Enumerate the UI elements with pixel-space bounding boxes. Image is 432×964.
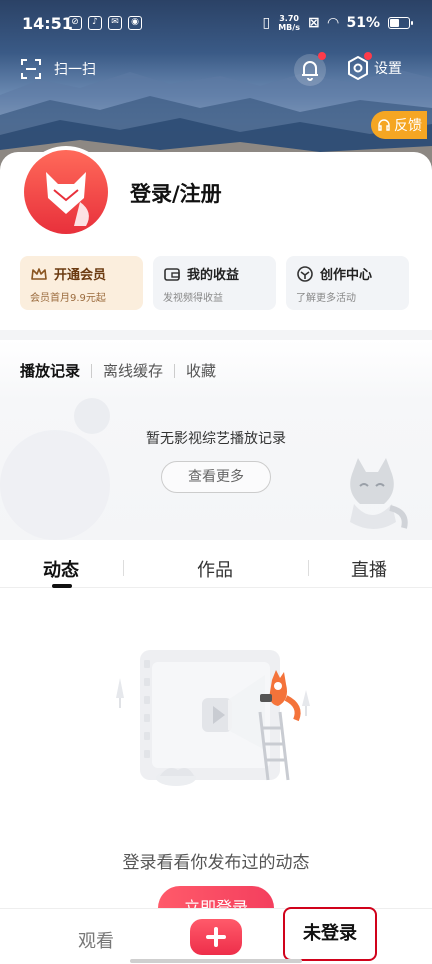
scan-button[interactable]: 扫一扫 [20, 58, 96, 80]
login-register-link[interactable]: 登录/注册 [130, 178, 222, 208]
nav-not-logged-in[interactable]: 未登录 [283, 907, 377, 961]
avatar[interactable] [20, 146, 112, 238]
tab-play-history[interactable]: 播放记录 [20, 360, 80, 381]
link-icon: ⊘ [68, 16, 82, 30]
content-tabs: 动态 作品 直播 [0, 540, 432, 588]
mail-icon: ✉ [108, 16, 122, 30]
wallet-icon [164, 267, 180, 281]
app-icon: ◉ [128, 16, 142, 30]
tile-vip-subtitle: 会员首月9.9元起 [30, 293, 106, 304]
tile-earnings-subtitle: 发视频得收益 [163, 293, 223, 304]
history-empty-text: 暂无影视综艺播放记录 [146, 431, 286, 447]
tab-divider [123, 560, 124, 576]
tab-favorites[interactable]: 收藏 [186, 360, 216, 381]
speed-unit: MB/s [278, 23, 300, 32]
battery-icon [388, 17, 413, 29]
nav-watch[interactable]: 观看 [78, 927, 114, 953]
tab-activity[interactable]: 动态 [43, 556, 79, 582]
tab-indicator [52, 584, 72, 588]
crown-icon [31, 267, 47, 280]
fox-avatar-icon [24, 150, 108, 234]
history-section: 播放记录 离线缓存 收藏 暂无影视综艺播放记录 查看更多 [0, 340, 432, 540]
tab-divider [308, 560, 309, 576]
login-prompt: 登录看看你发布过的动态 [122, 853, 310, 873]
status-bar: 14:51 ⊘ ♪ ✉ ◉ ▯ 3.70 MB/s ⊠ ◠ 51% [0, 0, 432, 48]
view-more-button[interactable]: 查看更多 [161, 461, 271, 493]
tab-live[interactable]: 直播 [351, 556, 387, 582]
status-right: ▯ 3.70 MB/s ⊠ ◠ 51% [262, 14, 413, 32]
feature-tiles: 开通会员 会员首月9.9元起 我的收益 发视频得收益 创作中心 了解更多活动 [20, 256, 409, 310]
feedback-button[interactable]: 反馈 [371, 111, 427, 139]
wifi-icon: ◠ [327, 15, 339, 31]
headset-icon [378, 119, 390, 131]
history-tabs: 播放记录 离线缓存 收藏 [20, 360, 216, 381]
creator-icon [297, 265, 313, 282]
battery-percent: 51% [346, 15, 380, 31]
fox-mascot-icon [350, 458, 408, 529]
tile-vip-title: 开通会员 [54, 268, 107, 283]
status-app-icons: ⊘ ♪ ✉ ◉ [68, 16, 142, 30]
battery-fill [390, 19, 399, 27]
feedback-label: 反馈 [394, 118, 422, 134]
tile-creator[interactable]: 创作中心 了解更多活动 [286, 256, 409, 310]
scan-icon [21, 59, 41, 79]
section-divider [0, 330, 432, 340]
tab-divider [174, 363, 176, 378]
notification-button[interactable] [294, 52, 326, 86]
tab-offline-cache[interactable]: 离线缓存 [103, 360, 163, 381]
bottom-nav: 观看 未登录 [0, 907, 432, 964]
settings-dot [364, 52, 372, 60]
notification-dot [318, 52, 326, 60]
network-speed: 3.70 MB/s [278, 14, 300, 32]
settings-button[interactable]: 设置 [344, 52, 402, 82]
no-sim-icon: ⊠ [307, 15, 320, 31]
tile-creator-title: 创作中心 [320, 268, 373, 283]
status-time: 14:51 [22, 14, 73, 33]
tile-earnings[interactable]: 我的收益 发视频得收益 [153, 256, 276, 310]
empty-video-illustration [116, 650, 310, 786]
tiktok-icon: ♪ [88, 16, 102, 30]
scan-label: 扫一扫 [54, 62, 96, 78]
tab-works[interactable]: 作品 [197, 556, 233, 582]
tile-creator-subtitle: 了解更多活动 [296, 293, 356, 304]
vibrate-icon: ▯ [262, 15, 271, 31]
settings-label: 设置 [374, 61, 402, 77]
tile-earnings-title: 我的收益 [187, 268, 240, 283]
tile-vip[interactable]: 开通会员 会员首月9.9元起 [20, 256, 143, 310]
tab-divider [91, 363, 93, 378]
speed-value: 3.70 [279, 14, 299, 23]
create-plus-button[interactable] [190, 919, 242, 955]
home-indicator [130, 959, 302, 963]
